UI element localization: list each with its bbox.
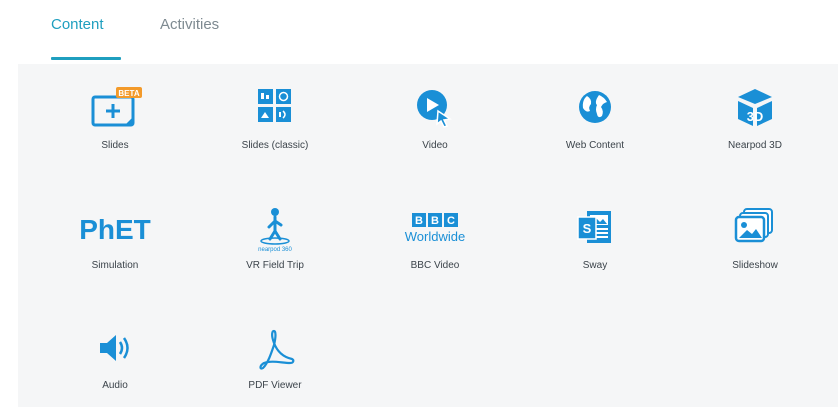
phet-logo: PhET [40, 198, 190, 258]
vr-field-trip-icon: nearpod 360 [200, 198, 350, 258]
tile-label: Simulation [91, 260, 139, 271]
active-tab-indicator [51, 57, 121, 60]
sway-icon: S [520, 198, 670, 258]
tile-label: Nearpod 3D [728, 140, 782, 151]
content-panel: BETA Slides Slides (classic) Video Web C… [18, 64, 838, 407]
tab-activities[interactable]: Activities [160, 16, 219, 33]
beta-badge: BETA [118, 89, 139, 98]
slides-classic-icon [200, 78, 350, 138]
tile-label: Sway [582, 260, 608, 271]
tile-slideshow[interactable]: Slideshow [680, 198, 830, 288]
video-icon [360, 78, 510, 138]
tile-simulation[interactable]: PhET Simulation [40, 198, 190, 288]
tile-label: Web Content [565, 140, 625, 151]
tile-nearpod-3d[interactable]: 3D Nearpod 3D [680, 78, 830, 168]
tile-pdf-viewer[interactable]: PDF Viewer [200, 318, 350, 408]
sway-glyph: S [583, 221, 592, 236]
tile-web-content[interactable]: Web Content [520, 78, 670, 168]
tile-label: Video [422, 140, 448, 151]
tile-video[interactable]: Video [360, 78, 510, 168]
audio-icon [40, 318, 190, 378]
tile-label: Audio [102, 380, 128, 391]
tile-sway[interactable]: S Sway [520, 198, 670, 288]
bbc-worldwide-logo: B B C Worldwide [360, 198, 510, 258]
nearpod-3d-glyph: 3D [747, 109, 764, 124]
slides-icon: BETA [40, 78, 190, 138]
globe-icon [520, 78, 670, 138]
tab-bar: Content Activities [0, 0, 838, 62]
tile-slides-classic[interactable]: Slides (classic) [200, 78, 350, 168]
tab-content[interactable]: Content [51, 16, 104, 33]
bbc-logo-worldwide: Worldwide [405, 229, 465, 244]
tile-label: Slides [101, 140, 129, 151]
bbc-logo-letter: B [415, 215, 423, 227]
bbc-logo-letter: B [431, 215, 439, 227]
tile-audio[interactable]: Audio [40, 318, 190, 408]
bbc-logo-letter: C [447, 215, 455, 227]
tile-vr-field-trip[interactable]: nearpod 360 VR Field Trip [200, 198, 350, 288]
tile-label: Slides (classic) [241, 140, 309, 151]
tile-label: PDF Viewer [248, 380, 302, 391]
pdf-icon [200, 318, 350, 378]
tile-label: VR Field Trip [246, 260, 304, 271]
nearpod-3d-icon: 3D [680, 78, 830, 138]
vr-field-trip-wordmark: nearpod 360 [258, 247, 292, 253]
tile-label: BBC Video [410, 260, 460, 271]
tile-label: Slideshow [732, 260, 778, 271]
tile-bbc-video[interactable]: B B C Worldwide BBC Video [360, 198, 510, 288]
phet-wordmark: PhET [79, 214, 151, 245]
tile-slides[interactable]: BETA Slides [40, 78, 190, 168]
slideshow-icon [680, 198, 830, 258]
